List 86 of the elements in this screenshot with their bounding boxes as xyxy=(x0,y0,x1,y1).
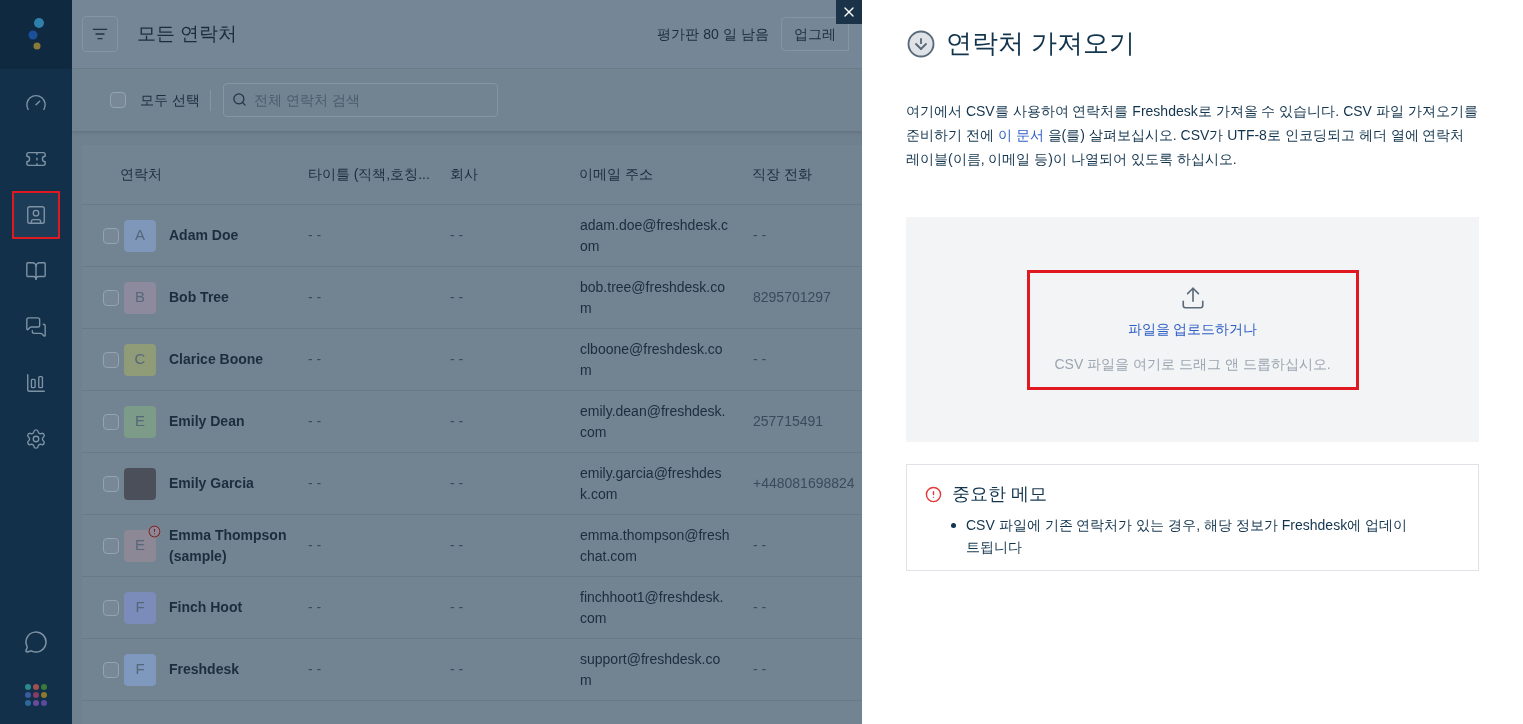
table-cell-text: - - xyxy=(450,226,465,245)
email-cell-text: support@freshdesk.com xyxy=(580,649,722,690)
contact-name[interactable]: Emma Thompson (sample) xyxy=(169,524,308,567)
description-text: 여기에서 CSV를 사용하여 연락처를 Freshdesk로 가져올 수 있습니다. CSV 파일 가져오기를 준비하기 전에 이 문서 을(를) 살펴보십시오. CSV가 UTF-8로 인코딩되고 헤더 열에 연락처 레이블(이름, 이메일 등)이 나열되어 있도록 하십시오. xyxy=(906,102,1479,169)
email-cell-text: emma.thompson@freshchat.com xyxy=(580,525,730,566)
phone-cell-text: +448081698824 xyxy=(753,474,855,493)
contact-name[interactable]: Adam Doe xyxy=(169,225,308,246)
checkbox[interactable] xyxy=(103,289,119,306)
phone-cell-text: 8295701297 xyxy=(753,288,831,307)
filter-icon xyxy=(92,26,108,42)
sidebar-item[interactable] xyxy=(12,191,60,239)
book-icon xyxy=(25,260,47,282)
checkbox[interactable] xyxy=(103,599,119,616)
email-cell-text: bob.tree@freshdesk.com xyxy=(580,277,726,318)
email-cell-text: clboone@freshdesk.com xyxy=(580,339,724,380)
trial-text: 평가판 80 일 남음 xyxy=(657,24,769,44)
phone-cell-text: - - xyxy=(753,350,767,369)
phone-cell-text: - - xyxy=(753,226,767,245)
phone-cell-text: 257715491 xyxy=(753,412,824,431)
search-icon xyxy=(231,92,247,107)
table-cell-text: - - xyxy=(450,288,465,307)
contact-icon xyxy=(25,204,47,226)
table-cell-text: - - xyxy=(308,598,323,617)
settings-icon xyxy=(25,428,47,450)
avatar: C xyxy=(124,343,156,376)
checkbox[interactable] xyxy=(110,92,126,108)
phone-cell-text: - - xyxy=(753,536,767,555)
alert-icon xyxy=(148,524,161,538)
alert-icon xyxy=(925,486,942,503)
column-header: 이메일 주소 xyxy=(579,165,655,184)
table-cell-text: - - xyxy=(308,288,323,307)
phone-cell-text: - - xyxy=(753,660,767,679)
panel-title: 연락처 가져오기 xyxy=(946,27,1136,60)
column-header: 직장 전화 xyxy=(752,165,814,184)
table-cell-text: - - xyxy=(450,350,465,369)
table-cell-text: - - xyxy=(308,660,323,679)
avatar: A xyxy=(124,219,156,252)
select-all-label: 모두 선택 xyxy=(140,89,211,111)
drop-zone[interactable]: 파일을 업로드하거나 CSV 파일을 여기로 드래그 앤 드롭하십시오. xyxy=(906,217,1479,442)
avatar: F xyxy=(124,653,156,686)
table-cell-text: - - xyxy=(308,226,323,245)
email-cell-text: finchhoot1@freshdesk.com xyxy=(580,587,725,628)
contact-name[interactable]: Clarice Boone xyxy=(169,349,308,370)
download-icon xyxy=(906,28,936,59)
table-cell-text: - - xyxy=(308,536,323,555)
upload-link[interactable]: 파일을 업로드하거나 xyxy=(1127,318,1258,340)
filter-button[interactable] xyxy=(82,16,118,52)
document-link[interactable]: 이 문서 xyxy=(997,127,1044,143)
avatar: F xyxy=(124,591,156,624)
page-title: 모든 연락처 xyxy=(137,21,238,46)
note-title: 중요한 메모 xyxy=(952,483,1047,506)
apps-grid-icon[interactable] xyxy=(25,684,47,706)
chat-bubble-icon[interactable] xyxy=(24,630,48,654)
checkbox[interactable] xyxy=(103,475,119,492)
table-cell-text: - - xyxy=(450,412,465,431)
checkbox[interactable] xyxy=(103,661,119,678)
bullet-icon xyxy=(951,523,956,528)
contact-name[interactable]: Freshdesk xyxy=(169,659,308,680)
column-header: 연락처 xyxy=(119,165,163,184)
email-cell-text: adam.doe@freshdesk.com xyxy=(580,215,730,256)
table-cell-text: - - xyxy=(450,660,465,679)
email-cell-text: emily.garcia@freshdesk.com xyxy=(580,463,723,504)
checkbox[interactable] xyxy=(103,227,119,244)
note-text: CSV 파일에 기존 연락처가 있는 경우, 해당 정보가 Freshdesk에 업데이트됩니다 xyxy=(966,516,1409,557)
chat-icon xyxy=(25,316,47,338)
phone-cell-text: - - xyxy=(753,598,767,617)
email-cell-text: emily.dean@freshdesk.com xyxy=(580,401,727,442)
table-cell-text: - - xyxy=(308,412,323,431)
column-header: 회사 xyxy=(449,165,479,184)
table-cell-text: - - xyxy=(308,474,323,493)
column-header: 타이틀 (직책,호칭... xyxy=(307,165,431,184)
table-cell-text: - - xyxy=(450,598,465,617)
table-cell-text: - - xyxy=(308,350,323,369)
drop-hint: CSV 파일을 여기로 드래그 앤 드롭하십시오. xyxy=(1054,354,1331,374)
bar-chart-icon xyxy=(25,372,47,394)
close-button[interactable] xyxy=(836,0,862,24)
contact-name[interactable]: Emily Dean xyxy=(169,411,308,432)
contact-name[interactable]: Bob Tree xyxy=(169,287,308,308)
checkbox[interactable] xyxy=(103,537,119,554)
contact-name[interactable]: Emily Garcia xyxy=(169,473,308,494)
contact-name[interactable]: Finch Hoot xyxy=(169,597,308,618)
table-cell-text: - - xyxy=(450,536,465,555)
checkbox[interactable] xyxy=(103,413,119,430)
upload-area[interactable]: 파일을 업로드하거나 CSV 파일을 여기로 드래그 앤 드롭하십시오. xyxy=(1026,269,1359,390)
checkbox[interactable] xyxy=(103,351,119,368)
table-cell-text: - - xyxy=(450,474,465,493)
